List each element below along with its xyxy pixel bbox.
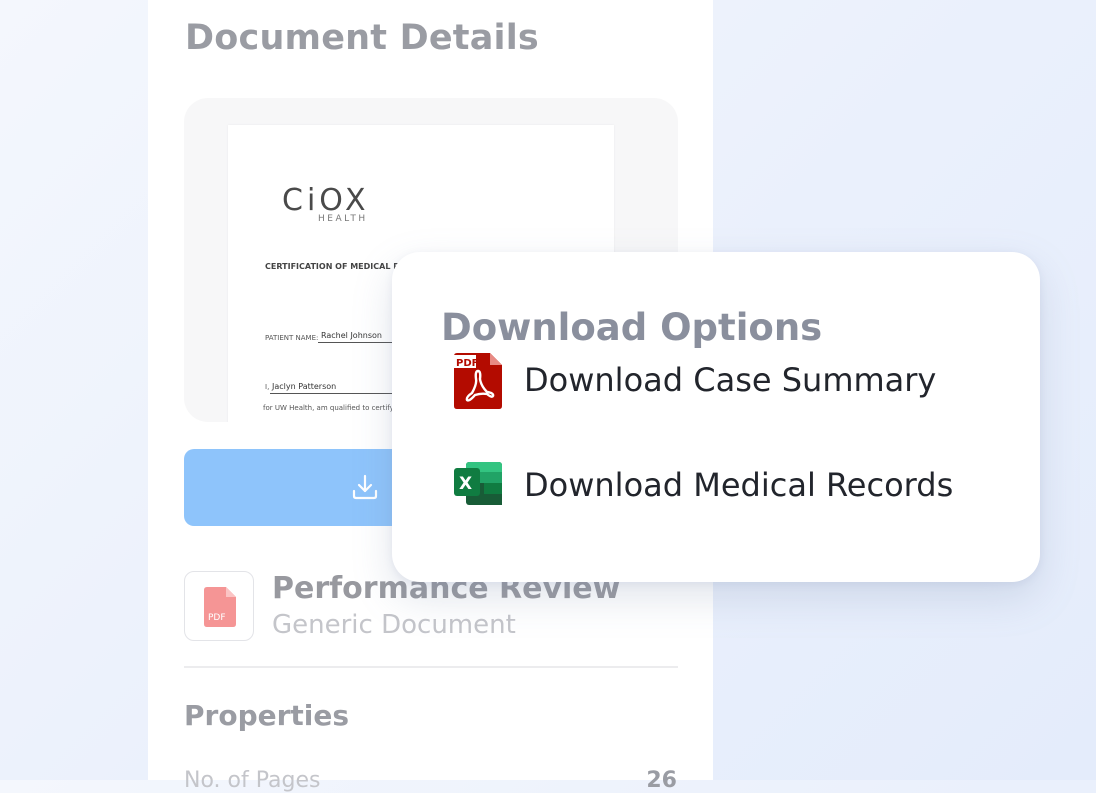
pdf-file-badge: PDF: [208, 613, 226, 623]
download-icon: [352, 474, 378, 500]
download-case-summary-option[interactable]: PDF Download Case Summary: [454, 353, 1014, 409]
pdf-icon: PDF: [454, 353, 502, 409]
property-value: 26: [646, 768, 677, 793]
download-medical-records-option[interactable]: X Download Medical Records: [454, 458, 1014, 514]
popup-title: Download Options: [441, 306, 823, 349]
properties-title: Properties: [184, 699, 350, 732]
patient-name-value: Rachel Johnson: [321, 331, 382, 340]
file-icon-box: PDF: [184, 571, 254, 641]
divider: [184, 666, 678, 668]
download-case-summary-label: Download Case Summary: [524, 361, 937, 399]
excel-icon-badge: X: [459, 474, 472, 494]
property-label: No. of Pages: [184, 768, 321, 793]
panel-title: Document Details: [185, 18, 539, 58]
excel-icon: X: [454, 462, 502, 505]
file-type: Generic Document: [272, 610, 516, 640]
document-footer-text: for UW Health, am qualified to certify t…: [263, 404, 408, 412]
download-options-popup: Download Options PDF Download Case Summa…: [392, 252, 1040, 582]
patient-name-label: PATIENT NAME:: [265, 334, 319, 342]
ciox-logo: CiOX: [282, 183, 370, 218]
pdf-icon-badge: PDF: [456, 358, 478, 369]
pdf-file-icon: PDF: [204, 587, 236, 627]
signature-prefix: I,: [265, 383, 270, 391]
ciox-logo-subtitle: HEALTH: [318, 214, 368, 224]
download-medical-records-label: Download Medical Records: [524, 466, 954, 504]
signature-name: Jaclyn Patterson: [272, 382, 337, 391]
